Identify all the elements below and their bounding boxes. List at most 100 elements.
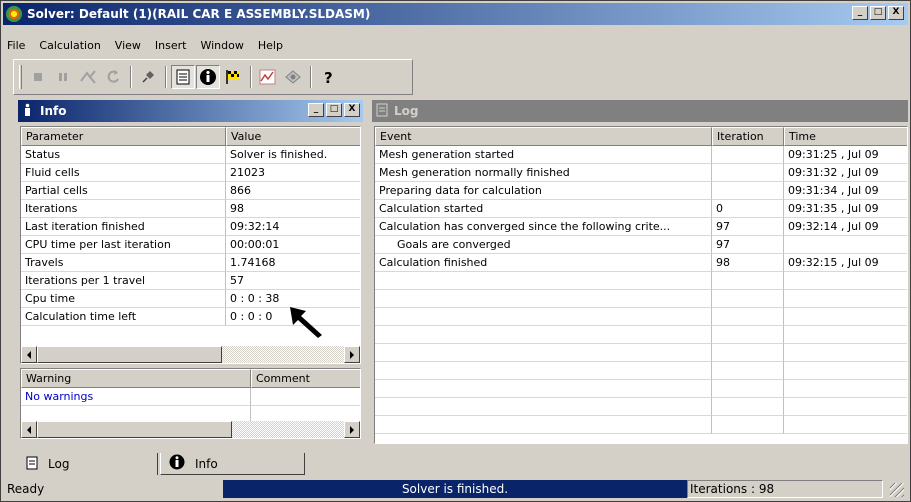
parameter-row[interactable]: Iterations 98 [21,200,360,218]
scroll-thumb[interactable] [37,346,222,363]
log-icon[interactable] [171,65,195,89]
parameter-row[interactable]: Partial cells 866 [21,182,360,200]
pin-icon[interactable] [136,65,160,89]
parameter-value: 866 [226,182,360,200]
menu-calculation[interactable]: Calculation [32,37,107,55]
parameter-row[interactable]: CPU time per last iteration 00:00:01 [21,236,360,254]
column-header-warning[interactable]: Warning [21,369,251,388]
column-header-time[interactable]: Time [784,127,907,146]
log-row-empty [375,308,907,326]
log-time [784,416,907,434]
log-row[interactable]: Mesh generation started 09:31:25 , Jul 09 [375,146,907,164]
menu-view[interactable]: View [108,37,148,55]
log-time [784,344,907,362]
log-iteration: 97 [712,218,784,236]
run-icon[interactable] [76,65,100,89]
log-row-empty [375,362,907,380]
warnings-hscrollbar[interactable] [21,421,360,438]
help-icon[interactable]: ? [316,65,340,89]
log-iteration [712,164,784,182]
info-minimize-button[interactable]: _ [308,103,324,117]
refresh-icon[interactable] [101,65,125,89]
preview-icon[interactable] [281,65,305,89]
info-icon[interactable] [196,65,220,89]
toolbar-grip[interactable] [19,65,22,89]
log-panel: Log Event Iteration Time Mesh generation… [372,100,908,445]
parameter-value: 00:00:01 [226,236,360,254]
log-iteration [712,362,784,380]
column-header-parameter[interactable]: Parameter [21,127,226,146]
parameter-name: CPU time per last iteration [21,236,226,254]
log-row[interactable]: Preparing data for calculation 09:31:34 ,… [375,182,907,200]
scroll-right-button[interactable] [344,421,360,438]
parameter-name: Calculation time left [21,308,226,326]
info-maximize-button[interactable]: □ [326,103,342,117]
column-header-event[interactable]: Event [375,127,712,146]
log-row[interactable]: Goals are converged 97 [375,236,907,254]
log-row[interactable]: Calculation finished 98 09:32:15 , Jul 09 [375,254,907,272]
log-event [375,272,712,290]
log-grid: Event Iteration Time Mesh generation sta… [374,126,908,444]
scroll-track[interactable] [232,421,344,438]
log-panel-title-bar[interactable]: Log [372,100,908,122]
goals-icon[interactable] [221,65,245,89]
tab-info-label: Info [195,456,218,471]
log-time: 09:31:32 , Jul 09 [784,164,907,182]
plot-icon[interactable] [256,65,280,89]
log-row[interactable]: Mesh generation normally finished 09:31:3… [375,164,907,182]
close-button[interactable]: X [888,6,904,20]
warning-text: No warnings [21,388,251,406]
arrow-pointer-icon [290,307,322,338]
status-progress: Solver is finished. [223,480,687,498]
parameter-value: 57 [226,272,360,290]
parameter-name: Iterations [21,200,226,218]
info-close-button[interactable]: X [344,103,360,117]
log-row[interactable]: Calculation started 0 09:31:35 , Jul 09 [375,200,907,218]
info-panel-title: Info [40,104,67,118]
log-event: Mesh generation normally finished [375,164,712,182]
svg-text:?: ? [324,69,333,86]
parameter-row[interactable]: Last iteration finished 09:32:14 [21,218,360,236]
log-event: Calculation started [375,200,712,218]
resize-grip-icon[interactable] [890,483,904,497]
warning-row[interactable]: No warnings [21,388,360,406]
status-ready: Ready [7,482,45,496]
stop-icon[interactable] [26,65,50,89]
warnings-grid: Warning Comment No warnings [20,368,361,439]
log-row[interactable]: Calculation has converged since the foll… [375,218,907,236]
parameter-row[interactable]: Travels 1.74168 [21,254,360,272]
log-iteration [712,416,784,434]
log-row-empty [375,290,907,308]
info-panel: Info _ □ X Parameter Value Status Solver … [18,100,363,445]
title-bar[interactable]: Solver: Default (1)(RAIL CAR E ASSEMBLY.… [3,3,908,25]
parameter-value: 1.74168 [226,254,360,272]
log-iteration [712,290,784,308]
log-icon [26,456,38,473]
column-header-value[interactable]: Value [226,127,360,146]
menu-file[interactable]: File [3,37,32,55]
parameter-row[interactable]: Status Solver is finished. [21,146,360,164]
tab-log-label: Log [48,457,70,471]
scroll-thumb[interactable] [37,421,232,438]
minimize-button[interactable]: _ [852,6,868,20]
column-header-iteration[interactable]: Iteration [712,127,784,146]
log-time: 09:32:15 , Jul 09 [784,254,907,272]
scroll-track[interactable] [222,346,344,363]
tab-info[interactable]: Info [160,453,305,475]
scroll-left-button[interactable] [21,346,37,363]
window-controls: _ □ X [850,6,904,20]
maximize-button[interactable]: □ [870,6,886,20]
menu-insert[interactable]: Insert [148,37,194,55]
column-header-comment[interactable]: Comment [251,369,360,388]
pause-icon[interactable] [51,65,75,89]
parameter-row[interactable]: Iterations per 1 travel 57 [21,272,360,290]
log-iteration [712,182,784,200]
scroll-right-button[interactable] [344,346,360,363]
scroll-left-button[interactable] [21,421,37,438]
info-panel-title-bar[interactable]: Info _ □ X [18,100,363,122]
menu-window[interactable]: Window [193,37,250,55]
tab-log[interactable]: Log [18,453,158,475]
parameter-row[interactable]: Fluid cells 21023 [21,164,360,182]
menu-help[interactable]: Help [251,37,290,55]
parameter-hscrollbar[interactable] [21,346,360,363]
